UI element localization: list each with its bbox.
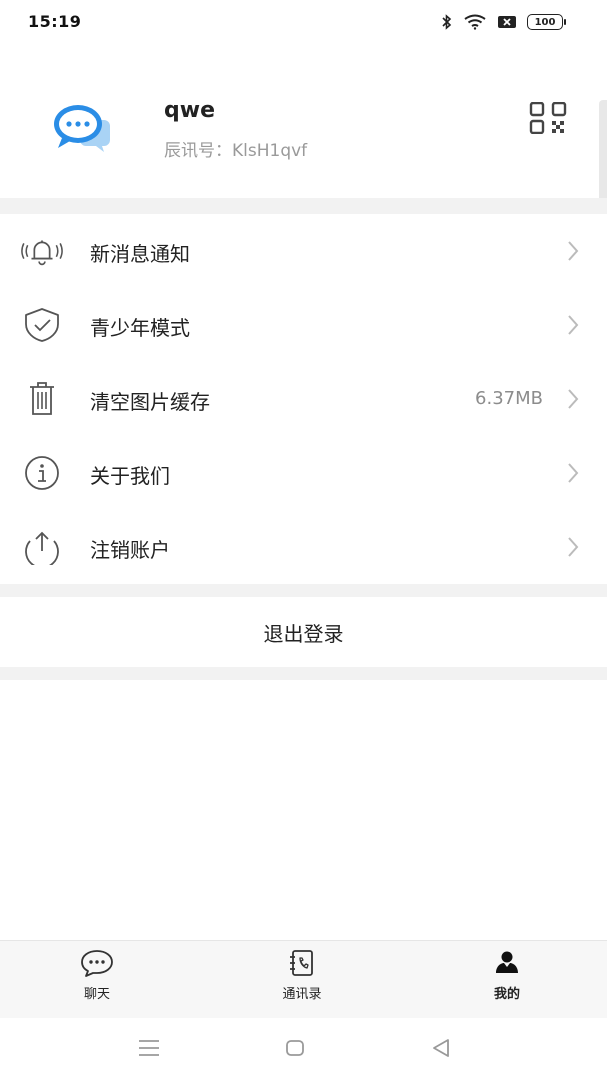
back-nav-icon[interactable] [427,1036,455,1060]
tab-label: 通讯录 [282,987,322,1002]
chat-bubble-avatar-icon [54,105,110,152]
menu-item-teen-mode[interactable]: 青少年模式 [0,288,607,362]
bottom-tab-bar: 聊天 通讯录 我的 [0,940,607,1018]
menu-nav-icon[interactable] [135,1036,163,1060]
battery-icon: 100 [527,14,566,30]
chat-icon [81,950,113,977]
profile-id: 辰讯号：KlsH1qvf [164,141,308,161]
logout-button[interactable]: 退出登录 [0,597,607,667]
menu-item-about[interactable]: 关于我们 [0,436,607,510]
info-icon [20,454,64,492]
trash-icon [20,380,64,418]
section-divider [0,584,607,597]
tab-me[interactable]: 我的 [447,949,567,1015]
menu-item-label: 注销账户 [90,538,170,562]
status-icons: 100 [441,12,566,32]
tab-contacts[interactable]: 通讯录 [242,949,362,1015]
section-divider [0,667,607,680]
wifi-icon [464,14,486,30]
section-divider [0,198,607,214]
status-bar: 15:19 100 [0,0,607,44]
menu-item-clear-cache[interactable]: 清空图片缓存 6.37MB [0,362,607,436]
menu-item-label: 青少年模式 [90,316,190,340]
battery-level: 100 [534,16,556,28]
sim-icon [498,16,516,28]
tab-chat[interactable]: 聊天 [37,949,157,1015]
chevron-right-icon [568,241,579,261]
chevron-right-icon [568,463,579,483]
shield-check-icon [20,306,64,344]
system-nav-bar [0,1018,607,1080]
status-time: 15:19 [28,12,82,31]
menu-item-label: 清空图片缓存 [90,390,210,414]
menu-item-label: 关于我们 [90,464,170,488]
person-icon [496,951,518,973]
tab-label: 聊天 [83,987,110,1002]
home-nav-icon[interactable] [281,1036,309,1060]
bluetooth-icon [442,14,452,30]
menu-item-notifications[interactable]: 新消息通知 [0,214,607,288]
chevron-right-icon [568,389,579,409]
contacts-book-icon [290,950,313,976]
settings-menu: 新消息通知 青少年模式 清空图片缓存 6.37MB 关于我们 注销账户 [0,214,607,584]
bell-icon [20,232,64,270]
profile-header[interactable]: qwe 辰讯号：KlsH1qvf [0,70,607,198]
profile-name: qwe [164,98,215,123]
menu-item-delete-account[interactable]: 注销账户 [0,510,607,584]
chevron-right-icon [568,315,579,335]
upload-circle-icon [20,528,64,566]
tab-label: 我的 [493,987,520,1002]
menu-item-label: 新消息通知 [90,242,190,266]
cache-size-value: 6.37MB [475,388,543,409]
chevron-right-icon [568,537,579,557]
qr-code-icon[interactable] [529,102,567,134]
